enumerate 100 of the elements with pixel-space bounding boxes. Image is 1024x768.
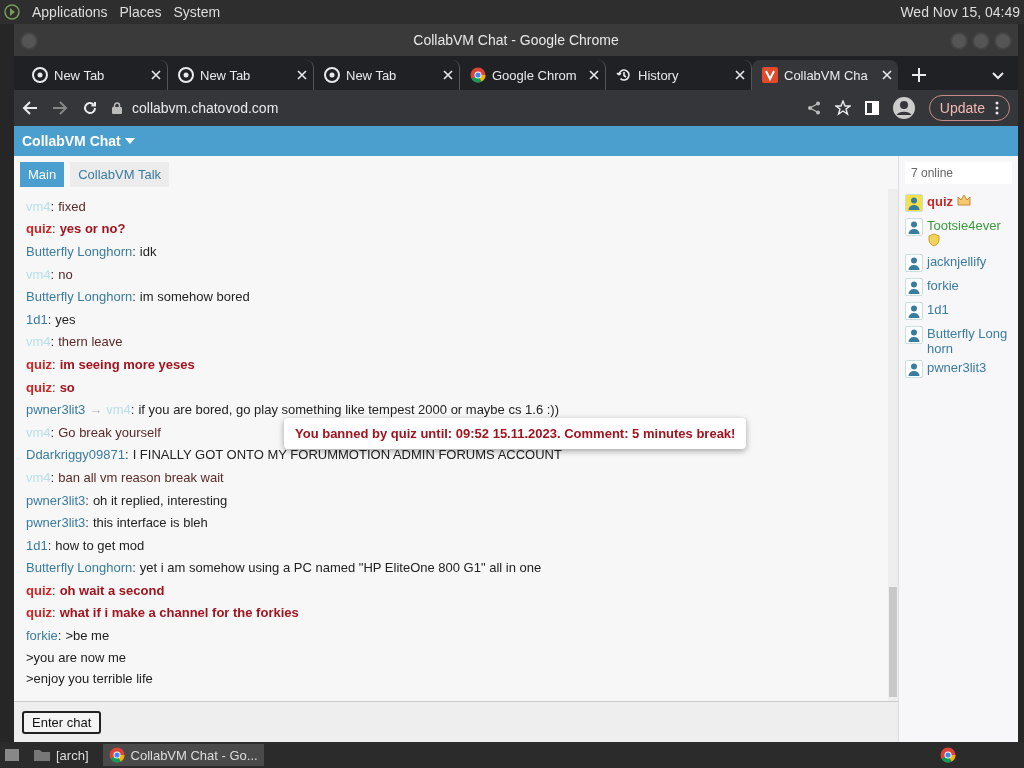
browser-tab[interactable]: CollabVM Cha <box>752 60 898 90</box>
enter-chat-button[interactable]: Enter chat <box>22 710 102 734</box>
message-author[interactable]: quiz <box>26 221 52 237</box>
user-avatar-icon <box>905 278 923 296</box>
close-icon[interactable] <box>297 70 307 80</box>
reply-arrow: → <box>89 402 103 418</box>
message-text: oh wait a second <box>59 582 165 598</box>
tab-title: New Tab <box>200 67 252 83</box>
colon: : <box>50 469 55 485</box>
crown-icon <box>956 194 971 206</box>
more-icon[interactable] <box>995 101 999 115</box>
message-text: >be me <box>65 628 110 644</box>
message-author[interactable]: 1d1 <box>26 311 48 327</box>
tab-title: History <box>638 67 680 83</box>
message-author[interactable]: Ddarkriggy09871 <box>26 447 125 463</box>
colon: : <box>52 605 56 621</box>
room-tab[interactable]: CollabVM Talk <box>70 162 170 187</box>
message-text: fixed <box>58 198 86 214</box>
shield-icon <box>927 233 941 247</box>
message-author[interactable]: quiz <box>26 356 52 372</box>
message-author[interactable]: quiz <box>26 379 52 395</box>
message-text: idk <box>139 244 157 259</box>
caret-icon[interactable] <box>124 138 135 144</box>
browser-icon <box>178 67 194 83</box>
message-text: im seeing more yeses <box>59 356 195 372</box>
show-desktop-icon[interactable] <box>4 748 20 762</box>
online-count: 7 online <box>905 162 1012 184</box>
user-name[interactable]: forkie <box>927 278 1012 293</box>
colon: : <box>132 244 136 259</box>
message-text: if you are bored, go play something like tempest 2000 or maybe cs 1.6 :)) <box>138 402 559 418</box>
message-text: Go break yourself <box>58 424 161 440</box>
site-logo-icon <box>762 67 778 83</box>
user-avatar-icon <box>905 360 923 378</box>
back-icon[interactable] <box>22 100 38 116</box>
history-icon <box>616 67 632 83</box>
message-text: yet i am somehow using a PC named "HP EliteOne 800 G1" all in one <box>139 560 542 576</box>
colon: : <box>50 266 55 282</box>
url-text[interactable]: collabvm.chatovod.com <box>132 100 279 116</box>
colon: : <box>52 379 56 395</box>
colon: : <box>85 492 89 508</box>
message-text: yes or no? <box>59 221 126 237</box>
colon: : <box>52 221 56 237</box>
colon: : <box>57 628 62 644</box>
sidebar-icon[interactable] <box>864 101 879 115</box>
colon: : <box>52 356 56 372</box>
message-author[interactable]: quiz <box>26 582 52 598</box>
colon: : <box>47 537 52 553</box>
chat-title[interactable]: CollabVM Chat <box>22 133 121 149</box>
message-author[interactable]: 1d1 <box>26 537 48 553</box>
profile-icon[interactable] <box>892 97 915 119</box>
message-author[interactable]: pwner3lit3 <box>26 402 86 418</box>
user-name[interactable]: jacknjellify <box>927 254 1012 269</box>
user-avatar-icon <box>905 302 923 320</box>
desktop-menu[interactable]: System <box>173 4 221 20</box>
message-text: >enjoy you terrible life <box>26 670 153 686</box>
message-text: im somehow bored <box>139 289 250 305</box>
colon: : <box>130 402 135 418</box>
close-icon[interactable] <box>589 70 599 80</box>
user-avatar-icon <box>905 254 923 272</box>
user-avatar-icon <box>905 194 923 212</box>
room-tab[interactable]: Main <box>20 162 65 187</box>
tab-title: CollabVM Cha <box>784 67 869 83</box>
message-text: yes <box>55 311 76 327</box>
message-author[interactable]: forkie <box>26 628 58 644</box>
folder-icon <box>34 749 50 761</box>
tab-title: New Tab <box>346 67 398 83</box>
share-icon[interactable] <box>806 101 821 115</box>
chevron-down-icon[interactable] <box>992 72 1004 80</box>
window-title: CollabVM Chat - Google Chrome <box>413 32 619 48</box>
close-icon[interactable] <box>735 70 745 80</box>
message-text: what if i make a channel for the forkies <box>59 605 299 621</box>
browser-icon <box>324 67 340 83</box>
desktop-menu[interactable]: Applications <box>32 4 108 20</box>
taskbar-item[interactable]: [arch] <box>28 744 95 766</box>
colon: : <box>85 515 89 531</box>
forward-icon[interactable] <box>52 100 68 116</box>
user-name[interactable]: Tootsie4ever <box>927 218 1012 250</box>
message-text: >you are now me <box>26 649 127 665</box>
user-name[interactable]: Butterfly Longhorn <box>927 326 1012 356</box>
close-icon[interactable] <box>882 70 892 80</box>
close-icon[interactable] <box>151 70 161 80</box>
user-name[interactable]: quiz <box>927 194 1012 209</box>
new-tab-icon[interactable] <box>912 68 926 82</box>
message-text: thern leave <box>58 334 123 350</box>
colon: : <box>50 334 55 350</box>
colon: : <box>132 560 136 576</box>
message-author[interactable]: quiz <box>26 605 52 621</box>
distro-logo-icon[interactable] <box>4 4 20 20</box>
user-name[interactable]: 1d1 <box>927 302 1012 317</box>
desktop-menu[interactable]: Places <box>119 4 162 20</box>
message-text: no <box>58 266 73 282</box>
message-text: how to get mod <box>55 537 145 553</box>
taskbar-item[interactable]: CollabVM Chat - Go... <box>102 744 264 766</box>
close-icon[interactable] <box>443 70 453 80</box>
user-name[interactable]: pwner3lit3 <box>927 360 1012 375</box>
scrollbar-thumb[interactable] <box>889 587 897 697</box>
message-text: I FINALLY GOT ONTO MY FORUMMOTION ADMIN FORUMS ACCOUNT <box>132 447 562 463</box>
reload-icon[interactable] <box>82 100 98 116</box>
colon: : <box>50 424 55 440</box>
star-icon[interactable] <box>834 100 851 116</box>
